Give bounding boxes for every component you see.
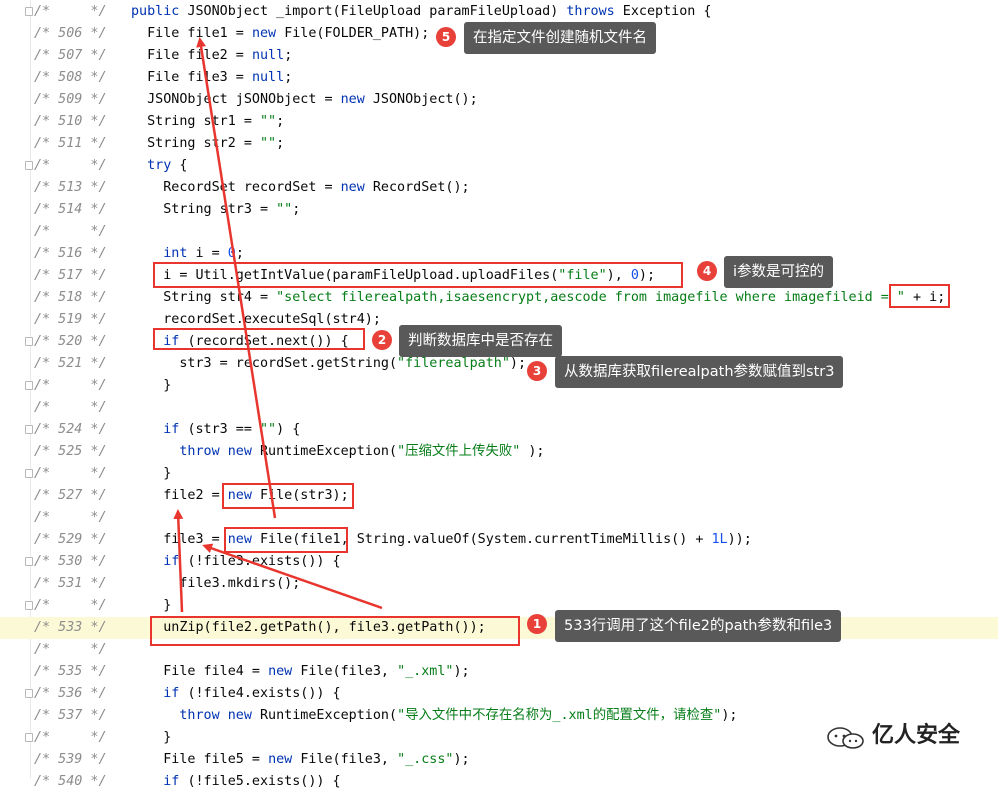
arrow-to-file1 <box>196 37 277 519</box>
annotation-badge-3: 3 <box>527 361 547 381</box>
annotation-badge-1: 1 <box>527 614 547 634</box>
annotation-callout-4: i参数是可控的 <box>724 256 834 288</box>
annotation-callout-1: 533行调用了这个file2的path参数和file3 <box>555 610 842 642</box>
watermark-text: 亿人安全 <box>872 723 961 748</box>
watermark: 亿人安全 <box>826 720 976 754</box>
arrow-to-file2 <box>173 509 184 613</box>
annotation-badge-4: 4 <box>697 261 717 281</box>
annotation-callout-2: 判断数据库中是否存在 <box>399 325 562 357</box>
annotation-badge-2: 2 <box>372 330 392 350</box>
annotation-arrows <box>173 37 383 613</box>
annotation-callout-5: 在指定文件创建随机文件名 <box>464 22 656 54</box>
code-editor: /* */public JSONObject _import(FileUploa… <box>0 0 998 789</box>
wechat-icon <box>827 727 864 749</box>
arrow-to-file3 <box>202 543 383 610</box>
annotation-badge-5: 5 <box>436 27 456 47</box>
annotation-callout-3: 从数据库获取filerealpath参数赋值到str3 <box>555 356 844 388</box>
